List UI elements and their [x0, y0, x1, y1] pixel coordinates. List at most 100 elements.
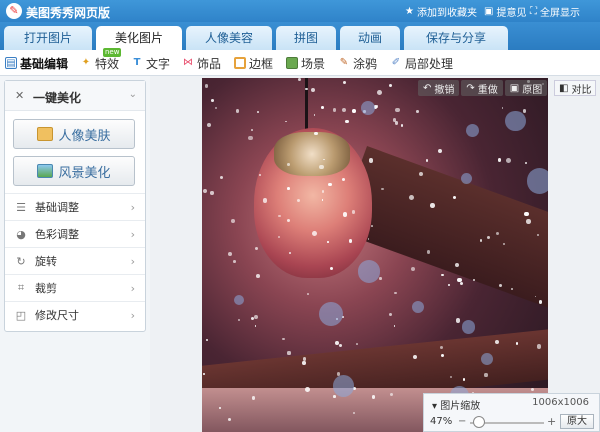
- snow-flake: [254, 314, 259, 319]
- one-key-beautify-header[interactable]: ✕ 一键美化 ⌄: [5, 81, 145, 111]
- snow-flake: [285, 120, 287, 123]
- snow-flake: [484, 373, 488, 377]
- original-size-button[interactable]: 原大: [560, 414, 594, 429]
- snow-flake: [416, 110, 420, 113]
- snow-flake: [219, 175, 223, 180]
- new-badge: new: [103, 48, 122, 57]
- snow-flake: [437, 148, 442, 153]
- snow-flake: [351, 210, 356, 214]
- sliders-icon: ☰: [16, 200, 26, 214]
- snow-flake: [395, 107, 400, 113]
- snow-flake: [388, 83, 392, 87]
- snow-flake: [231, 219, 236, 223]
- snow-flake: [389, 313, 393, 317]
- snow-flake: [286, 187, 290, 190]
- snow-flake: [497, 158, 502, 163]
- snow-flake: [313, 113, 316, 116]
- snow-flake: [202, 188, 208, 194]
- tool-text[interactable]: T 文字: [131, 54, 170, 72]
- menu-rotate[interactable]: ↻ 旋转 ›: [5, 247, 145, 274]
- tool-accessory[interactable]: ⋈ 饰品: [182, 54, 221, 72]
- tool-scene[interactable]: 场景: [286, 54, 325, 72]
- tab-animation[interactable]: 动画: [340, 26, 400, 50]
- original-button[interactable]: ▣ 原图: [504, 80, 548, 96]
- snow-flake: [342, 212, 348, 217]
- add-favorite-link[interactable]: ★ 添加到收藏夹: [405, 4, 477, 19]
- basic-edit-icon: ▤: [5, 57, 17, 69]
- snow-flake: [401, 124, 404, 127]
- tool-doodle[interactable]: ✎ 涂鸦: [338, 54, 377, 72]
- zoom-in-icon[interactable]: +: [547, 415, 556, 428]
- menu-resize[interactable]: ◰ 修改尺寸 ›: [5, 301, 145, 328]
- edit-toolbar: ▤ 基础编辑 ✦ 特效 T 文字 ⋈ 饰品 边框 场景 ✎ 涂鸦 ✐ 局部处理: [0, 50, 600, 76]
- landscape-beautify-button[interactable]: 风景美化: [13, 156, 135, 186]
- snow-flake: [203, 372, 206, 375]
- tab-beautify-image[interactable]: 美化图片: [96, 26, 182, 50]
- snow-flake: [335, 340, 339, 345]
- snow-flake: [250, 316, 255, 321]
- menu-basic-adjust[interactable]: ☰ 基础调整 ›: [5, 193, 145, 220]
- menu-color-adjust[interactable]: ◕ 色彩调整 ›: [5, 220, 145, 247]
- feedback-icon: ▣: [484, 6, 494, 17]
- snow-flake: [348, 239, 353, 243]
- zoom-percent: 47%: [430, 416, 453, 427]
- snow-flake: [289, 251, 291, 254]
- snow-flake: [370, 224, 373, 227]
- snow-flake: [282, 338, 285, 341]
- fullscreen-link[interactable]: ⛶ 全屏显示: [530, 4, 580, 19]
- undo-button[interactable]: ↶ 撤销: [418, 80, 460, 96]
- bokeh-light: [462, 320, 476, 334]
- palette-icon: ◕: [16, 227, 26, 241]
- bokeh-light: [332, 375, 355, 397]
- snow-flake: [376, 90, 382, 96]
- fullscreen-icon: ⛶: [530, 6, 537, 17]
- snow-flake: [479, 239, 483, 242]
- snow-flake: [448, 283, 451, 286]
- tool-frame[interactable]: 边框: [234, 54, 273, 72]
- feedback-link[interactable]: ▣ 提意见: [484, 4, 526, 19]
- lantern-cap: [274, 132, 350, 176]
- snow-flake: [409, 194, 414, 200]
- tab-save-share[interactable]: 保存与分享: [404, 26, 508, 50]
- snow-flake: [393, 325, 396, 327]
- tool-local-process[interactable]: ✐ 局部处理: [390, 54, 453, 72]
- tab-open-image[interactable]: 打开图片: [4, 26, 92, 50]
- bokeh-light: [357, 260, 381, 283]
- tab-collage[interactable]: 拼图: [276, 26, 336, 50]
- chevron-right-icon: ›: [130, 281, 135, 295]
- portrait-skin-button[interactable]: 人像美肤: [13, 119, 135, 149]
- bokeh-light: [526, 167, 548, 194]
- edited-photo: [202, 78, 548, 432]
- tool-basic-edit[interactable]: ▤ 基础编辑: [5, 54, 68, 72]
- menu-crop[interactable]: ⌗ 裁剪 ›: [5, 274, 145, 301]
- local-process-icon: ✐: [391, 57, 401, 68]
- bokeh-light: [361, 100, 376, 115]
- zoom-out-icon[interactable]: −: [458, 416, 466, 427]
- snow-flake: [526, 219, 531, 224]
- snow-flake: [254, 325, 257, 328]
- snow-flake: [538, 300, 542, 304]
- compare-button[interactable]: ◧ 对比: [554, 80, 597, 96]
- snow-flake: [426, 249, 431, 254]
- tab-portrait[interactable]: 人像美容: [186, 26, 272, 50]
- snow-flake: [214, 106, 217, 109]
- zoom-slider-knob[interactable]: [472, 416, 485, 428]
- accessory-icon: ⋈: [183, 57, 193, 68]
- doodle-icon: ✎: [339, 57, 349, 68]
- snow-flake: [210, 191, 214, 195]
- redo-button[interactable]: ↷ 重做: [461, 80, 503, 96]
- snow-flake: [462, 378, 466, 381]
- snow-flake: [394, 291, 397, 295]
- bokeh-light: [505, 110, 526, 132]
- snow-flake: [256, 111, 259, 113]
- scene-icon: [286, 57, 298, 69]
- snow-flake: [379, 277, 382, 280]
- snow-flake: [524, 162, 527, 165]
- snow-flake: [502, 242, 505, 246]
- zoom-panel-header[interactable]: ▾ 图片缩放: [432, 397, 480, 412]
- snow-flake: [235, 108, 240, 113]
- snow-flake: [472, 278, 475, 281]
- image-canvas[interactable]: ↶ 撤销 ↷ 重做 ▣ 原图 ◧ 对比: [150, 76, 600, 432]
- portrait-icon: [37, 127, 54, 141]
- snow-flake: [456, 318, 461, 323]
